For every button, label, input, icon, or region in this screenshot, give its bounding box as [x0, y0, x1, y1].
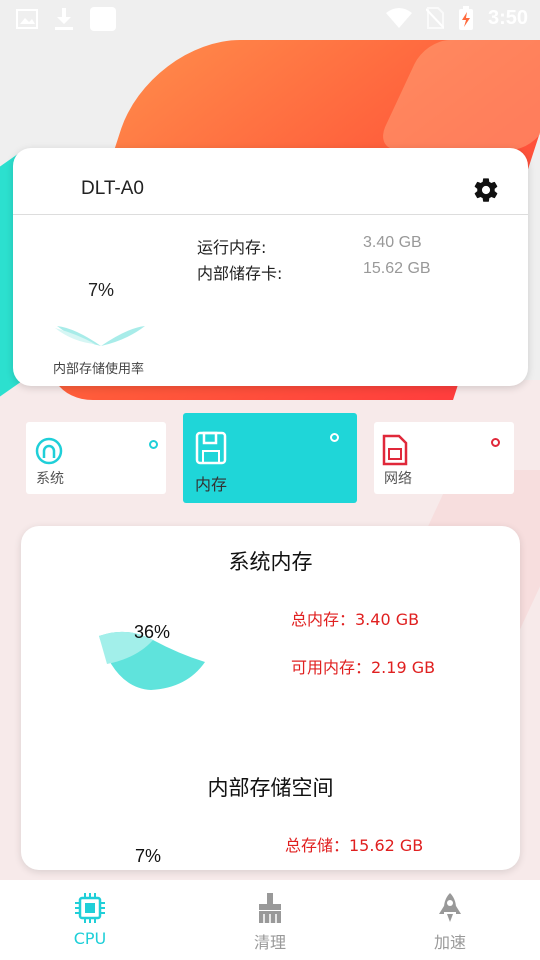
nav-boost[interactable]: 加速 [360, 880, 540, 960]
wifi-icon [385, 8, 412, 28]
tab-network[interactable]: 网络 [374, 422, 514, 494]
system-memory-title: 系统内存 [228, 550, 313, 574]
running-memory-value: 3.40 GB [363, 234, 422, 251]
status-bar: 3:50 [0, 0, 540, 38]
cpu-chip-icon [75, 893, 105, 923]
rocket-icon [439, 893, 461, 922]
nav-clean[interactable]: 清理 [180, 880, 360, 960]
internal-storage-title: 内部存储空间 [207, 776, 334, 800]
system-icon [35, 437, 63, 465]
total-storage: 总存储：15.62 GB [285, 836, 424, 855]
tab-system-label: 系统 [36, 471, 64, 487]
card-divider [13, 214, 528, 215]
nav-clean-label: 清理 [253, 933, 286, 952]
internal-storage-label: 内部储存卡: [197, 264, 283, 283]
tab-memory[interactable]: 内存 [183, 413, 357, 503]
image-icon [16, 9, 38, 29]
status-dot [330, 433, 339, 442]
battery-charging-icon [458, 6, 473, 30]
status-dot [149, 440, 158, 449]
nav-cpu[interactable]: CPU [0, 880, 180, 960]
sim-card-icon [382, 434, 408, 466]
square-icon [90, 7, 116, 31]
download-icon [55, 8, 73, 30]
storage-wave-gauge [55, 326, 145, 346]
nav-cpu-label: CPU [73, 929, 107, 948]
tab-memory-label: 内存 [195, 475, 228, 494]
tab-system[interactable]: 系统 [26, 422, 166, 494]
gear-icon[interactable] [472, 176, 500, 204]
storage-usage-percent: 7% [88, 280, 115, 300]
status-dot [491, 438, 500, 447]
bottom-navigation: CPU 清理 加速 [0, 880, 540, 960]
floppy-disk-icon [195, 431, 227, 465]
device-info-card: DLT-A0 运行内存: 3.40 GB 内部储存卡: 15.62 GB 7% … [13, 148, 528, 386]
running-memory-label: 运行内存: [197, 238, 267, 257]
available-memory: 可用内存：2.19 GB [291, 658, 436, 677]
nav-boost-label: 加速 [433, 933, 466, 952]
device-name: DLT-A0 [81, 178, 145, 199]
internal-storage-value: 15.62 GB [363, 260, 431, 277]
status-time: 3:50 [487, 6, 528, 29]
memory-card: 系统内存 36% 总内存：3.40 GB 可用内存：2.19 GB 内部存储空间… [21, 526, 520, 870]
storage-usage-label: 内部存储使用率 [53, 362, 145, 377]
storage-percent-partial: 7% [135, 846, 162, 866]
no-sim-icon [425, 7, 444, 29]
tab-network-label: 网络 [384, 471, 412, 487]
total-memory: 总内存：3.40 GB [291, 610, 420, 629]
memory-usage-percent: 36% [134, 622, 171, 642]
broom-icon [259, 893, 281, 923]
